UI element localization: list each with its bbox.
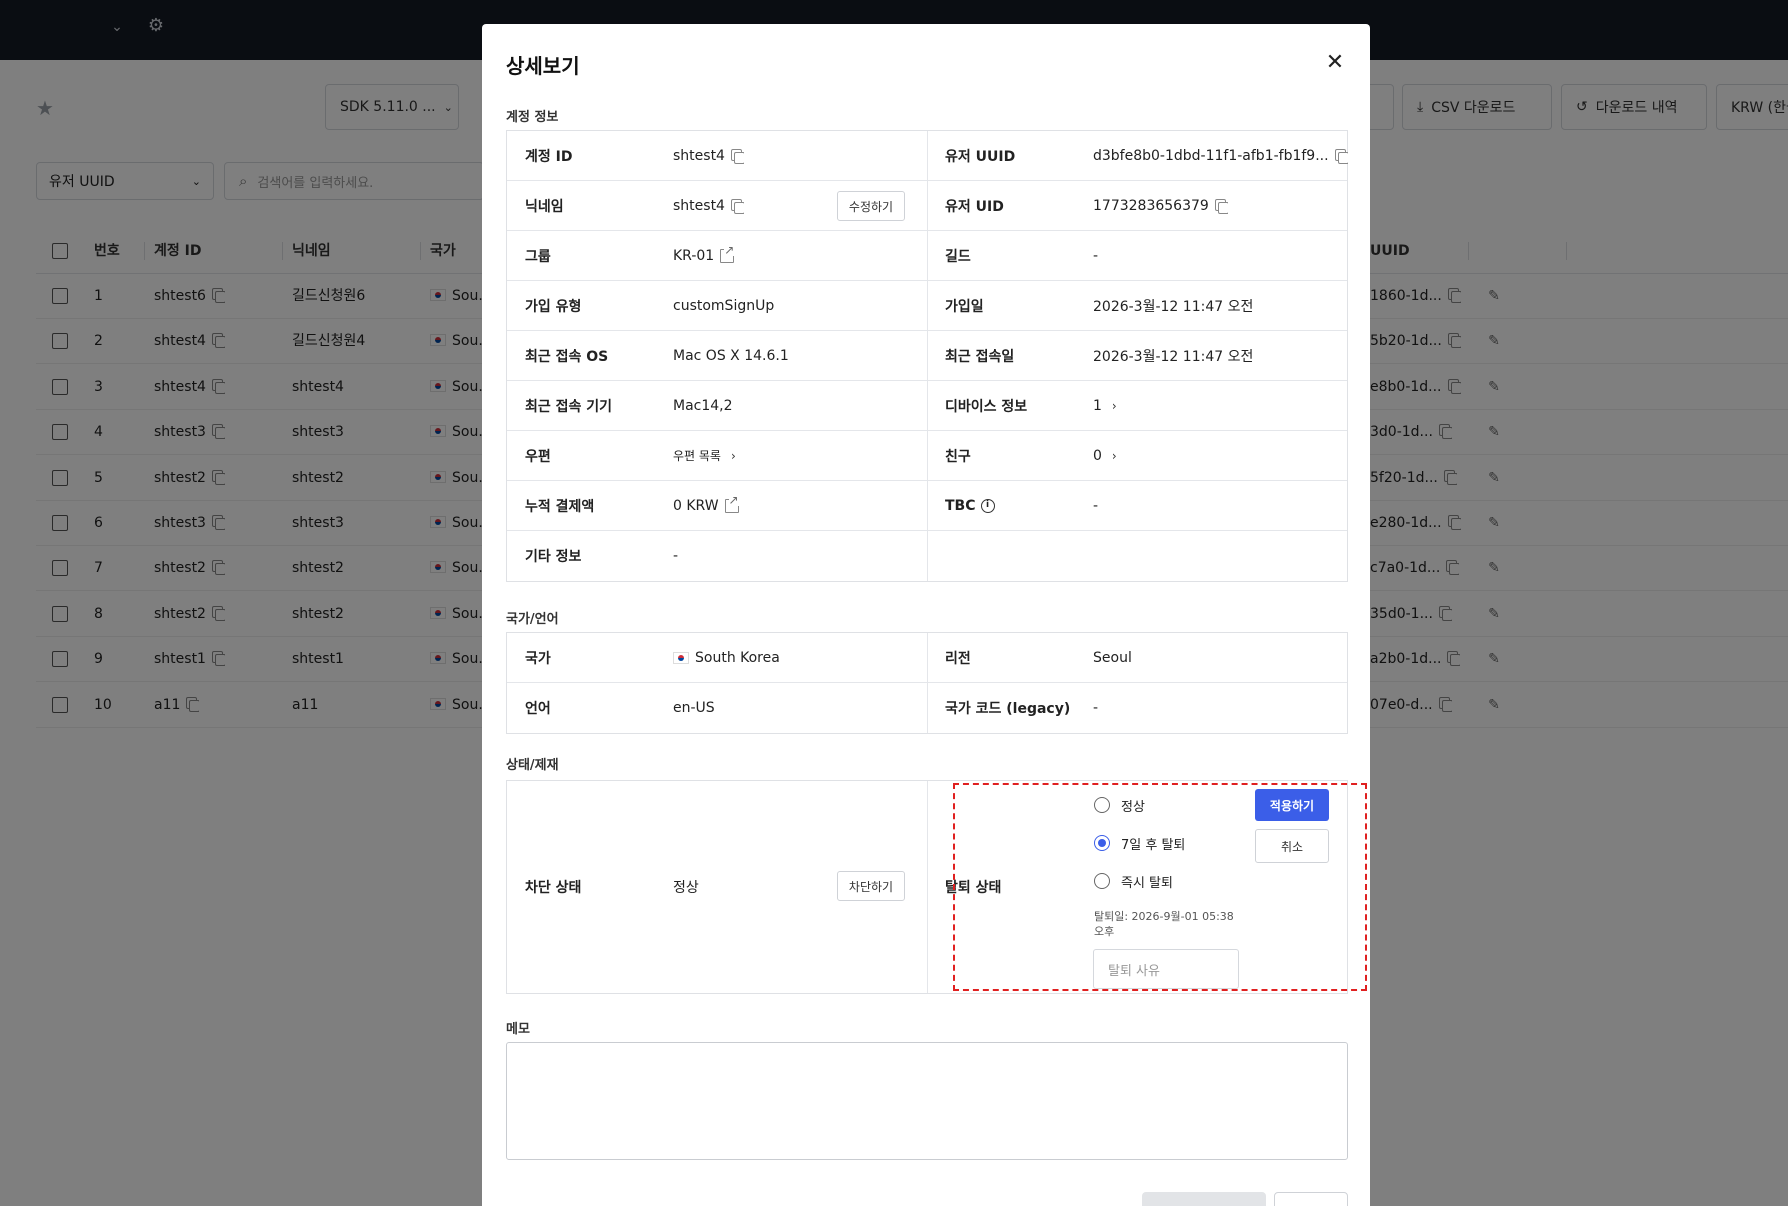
withdraw-option-immediate-label[interactable]: 즉시 탈퇴 <box>1121 872 1173 891</box>
guild-label: 길드 <box>945 248 971 265</box>
footer-primary-button[interactable] <box>1142 1192 1266 1206</box>
etc-info-label: 기타 정보 <box>525 549 582 565</box>
withdraw-reason-input[interactable]: 탈퇴 사유 <box>1093 949 1239 989</box>
block-status-label: 차단 상태 <box>525 880 582 896</box>
mail-list-text: 우편 목록 <box>673 449 721 463</box>
last-device-value: Mac14,2 <box>673 397 733 414</box>
country-text: South Korea <box>695 649 780 666</box>
group-text: KR-01 <box>673 247 715 264</box>
signup-type-value: customSignUp <box>673 297 775 314</box>
status-grid: 차단 상태 정상 차단하기 탈퇴 상태 정상 7일 후 탈퇴 즉시 탈퇴 탈퇴일… <box>506 780 1367 994</box>
guild-value: - <box>1093 247 1099 264</box>
user-uuid-text: d3bfe8b0-1dbd-11f1-afb1-fb1f9... <box>1093 147 1329 164</box>
signup-date-value: 2026-3월-12 11:47 오전 <box>1093 298 1254 315</box>
friends-link[interactable]: 0 › <box>1093 431 1117 480</box>
country-value: South Korea <box>673 633 780 682</box>
device-info-count: 1 <box>1093 397 1102 414</box>
device-info-link[interactable]: 1 › <box>1093 381 1117 430</box>
user-uid-label: 유저 UID <box>945 198 1004 215</box>
nickname-label: 닉네임 <box>525 198 564 215</box>
legacy-country-code-label: 국가 코드 (legacy) <box>945 701 1071 717</box>
status-section-title: 상태/제재 <box>506 758 559 773</box>
close-icon[interactable]: ✕ <box>1322 50 1348 76</box>
withdraw-date-text: 탈퇴일: 2026-9월-01 05:38 오후 <box>1094 910 1234 938</box>
user-uid-value: 1773283656379 <box>1093 181 1228 230</box>
withdraw-option-immediate-radio[interactable] <box>1094 873 1110 889</box>
account-id-value: shtest4 <box>673 131 744 180</box>
user-uuid-label: 유저 UUID <box>945 148 1016 165</box>
south-korea-flag-icon <box>673 651 689 664</box>
tbc-label-text: TBC <box>945 497 976 514</box>
last-login-value: 2026-3월-12 11:47 오전 <box>1093 348 1254 365</box>
friends-count: 0 <box>1093 447 1102 464</box>
country-label: 국가 <box>525 650 551 667</box>
total-payment-label: 누적 결제액 <box>525 498 595 515</box>
nickname-text: shtest4 <box>673 197 725 214</box>
block-status-value: 정상 <box>673 880 699 896</box>
tbc-value: - <box>1093 497 1099 514</box>
account-id-text: shtest4 <box>673 147 725 164</box>
withdraw-option-normal-radio[interactable] <box>1094 797 1110 813</box>
chevron-right-icon: › <box>1111 448 1117 463</box>
signup-type-label: 가입 유형 <box>525 298 582 315</box>
friends-label: 친구 <box>945 448 971 465</box>
info-icon[interactable]: i <box>980 498 995 513</box>
group-label: 그룹 <box>525 248 551 265</box>
account-section-title: 계정 정보 <box>506 110 559 125</box>
nickname-value: shtest4 <box>673 181 744 230</box>
apply-button[interactable]: 적용하기 <box>1255 789 1329 821</box>
memo-textarea[interactable] <box>506 1042 1348 1160</box>
total-payment-text: 0 KRW <box>673 497 719 514</box>
locale-grid: 국가 South Korea 리전 Seoul 언어 en-US 국가 코드 (… <box>506 632 1348 734</box>
edit-nickname-button[interactable]: 수정하기 <box>837 191 905 221</box>
copy-icon[interactable] <box>730 199 744 214</box>
copy-icon[interactable] <box>730 149 744 164</box>
external-link-icon[interactable] <box>724 493 739 513</box>
account-id-label: 계정 ID <box>525 148 573 165</box>
mail-label: 우편 <box>525 448 551 465</box>
legacy-country-code-value: - <box>1093 700 1099 716</box>
language-value: en-US <box>673 700 715 716</box>
footer-secondary-button[interactable] <box>1274 1192 1348 1206</box>
total-payment-value: 0 KRW <box>673 481 739 530</box>
account-info-grid: 계정 ID shtest4 유저 UUID d3bfe8b0-1dbd-11f1… <box>506 130 1348 582</box>
chevron-right-icon: › <box>730 448 736 463</box>
user-uid-text: 1773283656379 <box>1093 197 1209 214</box>
modal-title: 상세보기 <box>506 54 580 78</box>
withdraw-option-7days-radio[interactable] <box>1094 835 1110 851</box>
group-value: KR-01 <box>673 231 735 280</box>
user-uuid-value: d3bfe8b0-1dbd-11f1-afb1-fb1f9... <box>1093 131 1348 180</box>
last-login-label: 최근 접속일 <box>945 348 1015 365</box>
mail-list-link[interactable]: 우편 목록 › <box>673 431 736 480</box>
tbc-label: TBC i <box>945 481 995 530</box>
withdraw-option-normal-label[interactable]: 정상 <box>1121 796 1145 815</box>
block-button[interactable]: 차단하기 <box>837 871 905 901</box>
last-os-value: Mac OS X 14.6.1 <box>673 347 789 364</box>
etc-info-value: - <box>673 548 679 564</box>
last-os-label: 최근 접속 OS <box>525 348 609 365</box>
device-info-label: 디바이스 정보 <box>945 398 1028 415</box>
region-value: Seoul <box>1093 649 1132 666</box>
withdraw-option-7days-label[interactable]: 7일 후 탈퇴 <box>1121 834 1185 853</box>
language-label: 언어 <box>525 701 551 717</box>
signup-date-label: 가입일 <box>945 298 984 315</box>
last-device-label: 최근 접속 기기 <box>525 398 613 415</box>
external-link-icon[interactable] <box>720 243 735 263</box>
copy-icon[interactable] <box>1334 149 1348 164</box>
region-label: 리전 <box>945 650 971 667</box>
locale-section-title: 국가/언어 <box>506 612 559 627</box>
memo-section-title: 메모 <box>506 1022 530 1037</box>
copy-icon[interactable] <box>1214 199 1228 214</box>
detail-modal: 상세보기 ✕ 계정 정보 계정 ID shtest4 유저 UUID d3bfe… <box>482 24 1370 1206</box>
cancel-button[interactable]: 취소 <box>1255 829 1329 863</box>
chevron-right-icon: › <box>1111 398 1117 413</box>
